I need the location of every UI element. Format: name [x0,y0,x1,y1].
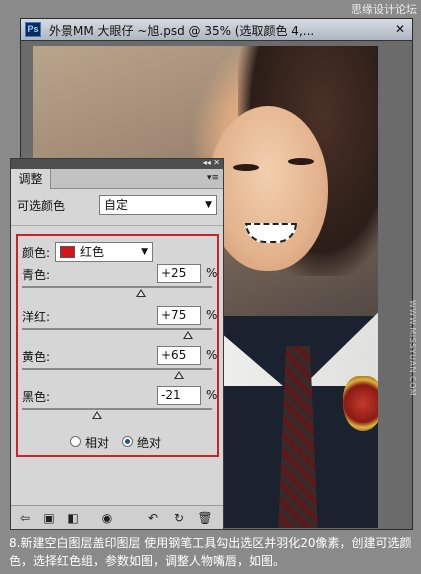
slider-thumb[interactable] [173,371,184,379]
watermark-side: WWW.MISSYUAN.COM [408,300,417,397]
panel-menu-icon[interactable]: ▾≡ [207,173,219,183]
visibility-icon[interactable]: ◉ [99,510,115,526]
panel-footer: ⇦ ▣ ◧ ◉ ↶ ↻ 🗑 [11,505,223,529]
divider [11,225,223,226]
preset-row: 可选颜色 自定 ▼ [11,192,223,218]
slider-thumb[interactable] [183,331,194,339]
panel-header-strip[interactable]: ◂◂ ✕ [11,158,223,169]
previous-state-icon[interactable]: ↶ [145,510,161,526]
photo-eye [233,164,259,171]
radio-label: 绝对 [137,436,162,450]
slider-cyan: 青色: +25 % [22,264,217,306]
document-title: 外景MM 大眼仔 ~旭.psd @ 35% (选取颜色 4,... [49,24,315,38]
percent-unit: % [206,348,218,362]
slider-value-input[interactable]: +25 [157,264,201,283]
preset-label: 可选颜色 [17,199,66,213]
clip-icon[interactable]: ◧ [65,510,81,526]
back-arrow-icon[interactable]: ⇦ [17,510,33,526]
photo-eye [288,158,314,165]
reset-icon[interactable]: ↻ [171,510,187,526]
slider-label: 洋红: [22,310,51,324]
new-layer-icon[interactable]: ▣ [41,510,57,526]
slider-value-input[interactable]: -21 [157,386,201,405]
watermark-text: 思缘设计论坛 [351,3,417,16]
adjustments-panel: ◂◂ ✕ 调整 ▾≡ 可选颜色 自定 ▼ 颜色: 红色 ▼ 青色: +25 % [10,158,224,530]
slider-black: 黑色: -21 % [22,386,217,428]
radio-circle-icon [122,436,133,447]
document-title-bar[interactable]: Ps 外景MM 大眼仔 ~旭.psd @ 35% (选取颜色 4,... ✕ [21,19,412,41]
slider-track[interactable] [22,368,212,370]
slider-thumb[interactable] [135,289,146,297]
preset-select[interactable]: 自定 ▼ [99,195,217,215]
chevron-down-icon: ▼ [141,247,148,257]
color-swatch [60,246,75,258]
preset-value: 自定 [104,198,129,212]
slider-value-input[interactable]: +65 [157,346,201,365]
method-radio-group: 相对 绝对 [70,434,210,450]
slider-track[interactable] [22,328,212,330]
photo-crest [343,376,378,431]
colors-value: 红色 [80,245,105,259]
close-icon[interactable]: ✕ [392,22,408,37]
slider-track[interactable] [22,286,212,288]
photo-face [208,106,328,271]
percent-unit: % [206,308,218,322]
photoshop-app-icon: Ps [25,22,41,37]
slider-label: 黑色: [22,390,51,404]
slider-label: 青色: [22,268,51,282]
radio-label: 相对 [85,436,110,450]
trash-icon[interactable]: 🗑 [197,510,213,526]
tab-adjustments[interactable]: 调整 [11,169,51,189]
chevron-down-icon: ▼ [205,200,212,210]
slider-yellow: 黄色: +65 % [22,346,217,388]
slider-track[interactable] [22,408,212,410]
slider-value-input[interactable]: +75 [157,306,201,325]
slider-magenta: 洋红: +75 % [22,306,217,348]
slider-thumb[interactable] [92,411,103,419]
collapse-close-icon[interactable]: ◂◂ ✕ [203,158,220,168]
colors-select[interactable]: 红色 ▼ [55,242,153,262]
percent-unit: % [206,388,218,402]
panel-tab-bar: 调整 ▾≡ [11,169,223,189]
colors-label: 颜色: [22,246,51,260]
colors-row: 颜色: 红色 ▼ [22,242,212,262]
radio-circle-icon [70,436,81,447]
slider-label: 黄色: [22,350,51,364]
percent-unit: % [206,266,218,280]
highlighted-settings-box: 颜色: 红色 ▼ 青色: +25 % 洋红: +75 % 黄色: +65 % 黑… [16,234,219,457]
caption-text: 8.新建空白图层盖印图层 使用钢笔工具勾出选区并羽化20像素，创建可选颜色，选择… [9,536,412,568]
